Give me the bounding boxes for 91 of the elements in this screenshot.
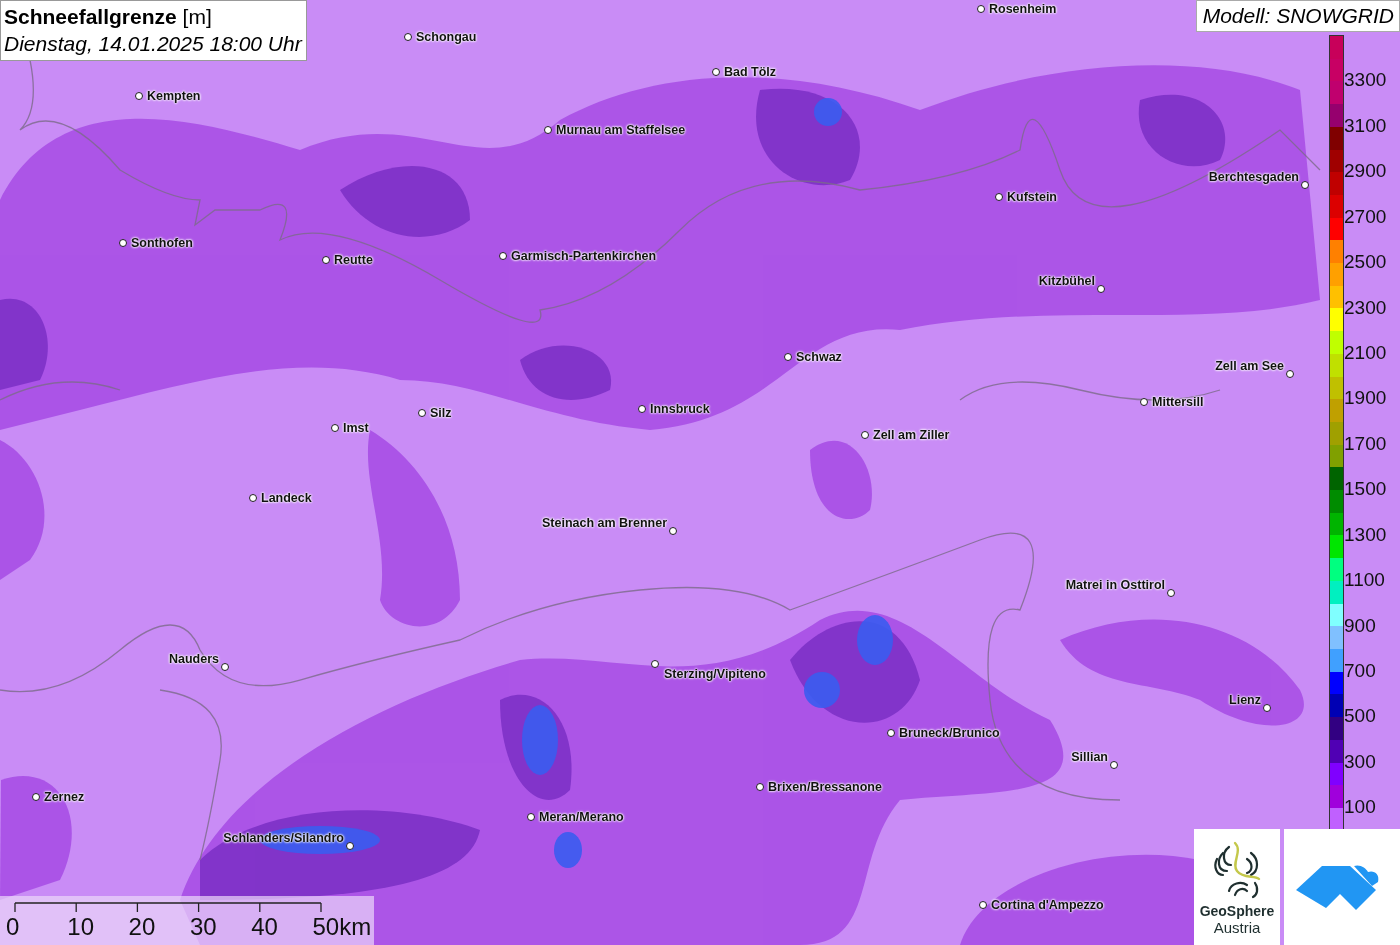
- scale-label: 30: [189, 913, 217, 941]
- city-marker-icon: [119, 239, 127, 247]
- city-marker-icon: [995, 193, 1003, 201]
- scale-label: 10: [67, 913, 94, 941]
- legend-label: 1300: [1344, 523, 1387, 546]
- city-marker-icon: [418, 409, 426, 417]
- city-label: Zell am Ziller: [873, 427, 950, 443]
- city-marker-icon: [249, 494, 257, 502]
- city-marker-icon: [638, 405, 646, 413]
- city-label: Nauders: [168, 651, 219, 667]
- city-label: Lienz: [1229, 692, 1261, 708]
- legend-label: 900: [1344, 614, 1376, 637]
- city-label: Landeck: [261, 490, 312, 506]
- city-label: Silz: [430, 405, 452, 421]
- city-marker-icon: [32, 793, 40, 801]
- city-label: Zell am See: [1215, 358, 1284, 374]
- city-marker-icon: [887, 729, 895, 737]
- city-marker-icon: [544, 126, 552, 134]
- map-datetime: Dienstag, 14.01.2025 18:00 Uhr: [4, 31, 302, 57]
- legend-label: 500: [1344, 705, 1376, 728]
- city-label: Imst: [343, 420, 369, 436]
- city-marker-icon: [1097, 285, 1105, 293]
- city-label: Reutte: [334, 252, 373, 268]
- legend-label: 2100: [1344, 342, 1387, 364]
- legend-label: 300: [1344, 750, 1376, 773]
- scale-label: 20: [128, 913, 156, 941]
- city-label: Bruneck/Brunico: [899, 725, 1000, 741]
- city-label: Garmisch-Partenkirchen: [511, 248, 657, 264]
- city-label: Meran/Merano: [539, 809, 624, 825]
- city-label: Kitzbühel: [1038, 273, 1095, 289]
- city-label: Mittersill: [1152, 394, 1204, 410]
- city-label: Schwaz: [796, 349, 842, 365]
- legend-label: 100: [1344, 796, 1376, 819]
- logo-subtext: Austria: [1213, 918, 1261, 936]
- city-marker-icon: [651, 660, 659, 668]
- scale-label: 40: [251, 913, 278, 941]
- legend-label: 2700: [1344, 205, 1387, 228]
- legend-label: 1900: [1344, 387, 1387, 410]
- legend-label: 2500: [1344, 251, 1387, 274]
- legend-label: 1100: [1344, 569, 1385, 592]
- city-marker-icon: [861, 431, 869, 439]
- city-marker-icon: [331, 424, 339, 432]
- legend-label: 3300: [1344, 69, 1387, 92]
- city-marker-icon: [404, 33, 412, 41]
- city-marker-icon: [712, 68, 720, 76]
- city-label: Rosenheim: [989, 1, 1057, 17]
- city-marker-icon: [979, 901, 987, 909]
- city-marker-icon: [346, 842, 354, 850]
- city-marker-icon: [1110, 761, 1118, 769]
- city-label: Schlanders/Silandro: [223, 830, 344, 846]
- city-marker-icon: [669, 527, 677, 535]
- legend-label: 2900: [1344, 160, 1387, 183]
- city-label: Zernez: [44, 789, 85, 805]
- city-label: Bad Tölz: [724, 64, 777, 80]
- legend-label: 1500: [1344, 478, 1387, 501]
- city-marker-icon: [322, 256, 330, 264]
- city-label: Berchtesgaden: [1208, 169, 1299, 185]
- city-label: Matrei in Osttirol: [1065, 577, 1165, 593]
- scale-label: 0: [6, 913, 20, 941]
- city-label: Murnau am Staffelsee: [556, 122, 686, 138]
- city-marker-icon: [221, 663, 229, 671]
- city-label: Steinach am Brenner: [541, 515, 667, 531]
- map-title: Schneefallgrenze [m]: [4, 4, 213, 30]
- legend-label: 1700: [1344, 432, 1387, 455]
- city-marker-icon: [756, 783, 764, 791]
- legend-label: 2300: [1344, 296, 1387, 319]
- city-marker-icon: [1167, 589, 1175, 597]
- city-label: Sillian: [1071, 749, 1108, 765]
- city-label: Innsbruck: [650, 401, 710, 417]
- city-marker-icon: [1301, 181, 1309, 189]
- city-label: Kempten: [147, 88, 201, 104]
- city-marker-icon: [1286, 370, 1294, 378]
- city-label: Kufstein: [1007, 189, 1057, 205]
- scale-label: 50km: [312, 913, 372, 941]
- model-label: Modell: SNOWGRID: [1195, 0, 1400, 32]
- city-marker-icon: [527, 813, 535, 821]
- city-marker-icon: [1263, 704, 1271, 712]
- city-label: Sonthofen: [131, 235, 193, 251]
- city-marker-icon: [977, 5, 985, 13]
- legend-label: 3100: [1344, 114, 1387, 137]
- city-label: Schongau: [416, 29, 477, 45]
- legend-label: 700: [1344, 660, 1376, 682]
- city-label: Cortina d'Ampezzo: [991, 897, 1104, 913]
- city-marker-icon: [499, 252, 507, 260]
- city-label: Sterzing/Vipiteno: [664, 666, 766, 682]
- city-label: Brixen/Bressanone: [768, 779, 882, 795]
- logo-text: GeoSphere: [1199, 902, 1275, 919]
- city-marker-icon: [135, 92, 143, 100]
- city-marker-icon: [1140, 398, 1148, 406]
- city-marker-icon: [784, 353, 792, 361]
- scale-bar-icon: [14, 902, 324, 914]
